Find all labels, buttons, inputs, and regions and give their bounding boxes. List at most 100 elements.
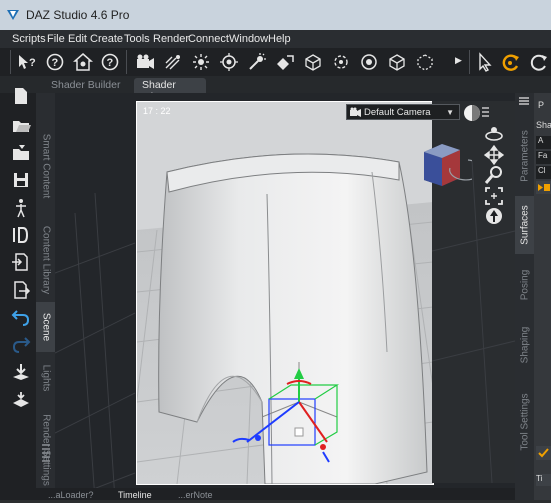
surface-row-selected[interactable]	[536, 181, 551, 194]
distant-light-icon[interactable]	[190, 52, 212, 72]
camera-tool-icon[interactable]	[134, 52, 156, 72]
view-cube[interactable]	[420, 140, 472, 190]
surface-row[interactable]: A	[536, 136, 551, 149]
svg-text:?: ?	[107, 57, 114, 69]
rotate-object-icon[interactable]	[330, 52, 352, 72]
surface-row[interactable]: Cl	[536, 166, 551, 179]
menu-tools[interactable]: Tools	[124, 33, 150, 45]
menu-window[interactable]: Window	[229, 33, 268, 45]
menu-create[interactable]: Create	[90, 33, 123, 45]
menu-file[interactable]: File	[47, 33, 65, 45]
tab-label: Parameters	[519, 130, 530, 182]
new-scene-icon[interactable]	[11, 86, 31, 106]
tab-label: Scene	[40, 312, 51, 342]
svg-text:?: ?	[29, 57, 36, 69]
pan-camera-icon[interactable]	[484, 145, 504, 165]
expand-arrow-icon	[538, 184, 550, 191]
menu-scripts[interactable]: Scripts	[12, 33, 46, 45]
tab-smart-content[interactable]: Smart Content	[36, 118, 55, 214]
point-light-icon[interactable]	[218, 52, 240, 72]
tab-label: Posing	[519, 269, 530, 301]
tab-timeline[interactable]: Timeline	[118, 490, 152, 500]
tab-label: Surfaces	[519, 205, 530, 245]
universal-tool-icon[interactable]	[500, 52, 522, 72]
tab-label: Lights	[40, 364, 51, 392]
open-icon[interactable]	[11, 115, 31, 135]
figure-icon[interactable]	[11, 198, 31, 218]
tab-scene[interactable]: Scene	[36, 302, 55, 352]
toolbar-overflow-icon[interactable]: ▶	[455, 55, 462, 66]
geometry-editor-icon[interactable]	[274, 52, 296, 72]
toolbar-separator	[10, 50, 11, 74]
redo-icon[interactable]	[11, 334, 31, 354]
menu-connect[interactable]: Connect	[188, 33, 229, 45]
apply-pose-icon[interactable]	[11, 390, 31, 410]
tab-posing[interactable]: Posing	[515, 256, 534, 314]
merge-icon[interactable]	[11, 143, 31, 163]
tab-content-library[interactable]: Content Library	[36, 214, 55, 306]
linear-point-light-icon[interactable]	[246, 52, 268, 72]
import-icon[interactable]	[11, 252, 31, 272]
daz-logo-icon	[7, 10, 19, 20]
export-icon[interactable]	[11, 280, 31, 300]
menu-help[interactable]: Help	[268, 33, 291, 45]
target-tool-icon[interactable]	[358, 52, 380, 72]
bottom-tab-bar	[36, 488, 515, 500]
whats-this-icon[interactable]: ?	[16, 52, 38, 72]
tips-icon[interactable]: ?	[99, 52, 121, 72]
tab-parameters[interactable]: Parameters	[515, 116, 534, 196]
frame-icon[interactable]	[484, 186, 504, 206]
zoom-camera-icon[interactable]	[484, 165, 504, 185]
menu-bar: Scripts File Edit Create Tools Render Co…	[0, 30, 551, 48]
viewport-scene[interactable]	[137, 102, 433, 484]
pointer-tool-icon[interactable]	[474, 52, 496, 72]
surface-row[interactable]: Fa	[536, 151, 551, 164]
toolbar-separator	[469, 50, 470, 74]
rotate-tool-icon[interactable]	[528, 52, 550, 72]
orbit-camera-icon[interactable]	[484, 124, 504, 144]
menu-edit[interactable]: Edit	[68, 33, 87, 45]
region-cube-icon[interactable]	[414, 52, 436, 72]
frame-counter: 17 : 22	[143, 106, 171, 116]
tab-bottom-1[interactable]: ...aLoader?	[48, 490, 94, 500]
help-icon[interactable]: ?	[44, 52, 66, 72]
camera-name: Default Camera	[364, 107, 431, 118]
chevron-down-icon: ▼	[446, 108, 454, 117]
save-icon[interactable]	[11, 170, 31, 190]
viewport-3d[interactable]	[136, 101, 434, 485]
apply-check-icon[interactable]	[536, 446, 551, 460]
draw-style-menu-icon[interactable]	[481, 106, 490, 118]
tab-bottom-3[interactable]: ...erNote	[178, 490, 213, 500]
tab-label: Tool Settings	[519, 393, 530, 451]
window-titlebar: DAZ Studio 4.6 Pro	[0, 0, 551, 30]
undo-icon[interactable]	[11, 307, 31, 327]
tab-label: Smart Content	[40, 133, 51, 199]
draw-style-icon[interactable]	[463, 104, 481, 122]
drop-to-floor-icon[interactable]	[11, 362, 31, 382]
panel-footer-tab[interactable]: Ti	[536, 474, 551, 486]
spotlight-tool-icon[interactable]	[162, 52, 184, 72]
cube-tool-icon[interactable]	[302, 52, 324, 72]
tab-shaping[interactable]: Shaping	[515, 314, 534, 376]
tab-label: Shader Builder	[51, 79, 121, 91]
tab-lights[interactable]: Lights	[36, 352, 55, 404]
camera-icon	[350, 107, 361, 117]
menu-render[interactable]: Render	[153, 33, 189, 45]
tab-shader-builder[interactable]: Shader Builder	[43, 78, 131, 93]
node-cube-icon[interactable]	[386, 52, 408, 72]
toolbar-separator	[126, 50, 127, 74]
tab-surfaces[interactable]: Surfaces	[515, 196, 534, 254]
pane-scroll-grip-icon[interactable]	[40, 443, 52, 465]
window-title: DAZ Studio 4.6 Pro	[26, 8, 130, 22]
id-icon[interactable]	[11, 225, 31, 245]
tab-shader-mixer[interactable]: Shader Mixer	[134, 78, 206, 103]
tab-label: Content Library	[40, 225, 51, 295]
right-pane-menu-icon[interactable]	[518, 97, 530, 107]
tab-label: Shaping	[519, 326, 530, 364]
home-icon[interactable]	[72, 52, 94, 72]
tab-tool-settings[interactable]: Tool Settings	[515, 378, 534, 466]
panel-header: P	[538, 100, 545, 110]
svg-text:?: ?	[52, 57, 59, 69]
camera-selector[interactable]: Default Camera ▼	[346, 104, 460, 120]
reset-camera-icon[interactable]	[484, 206, 504, 226]
